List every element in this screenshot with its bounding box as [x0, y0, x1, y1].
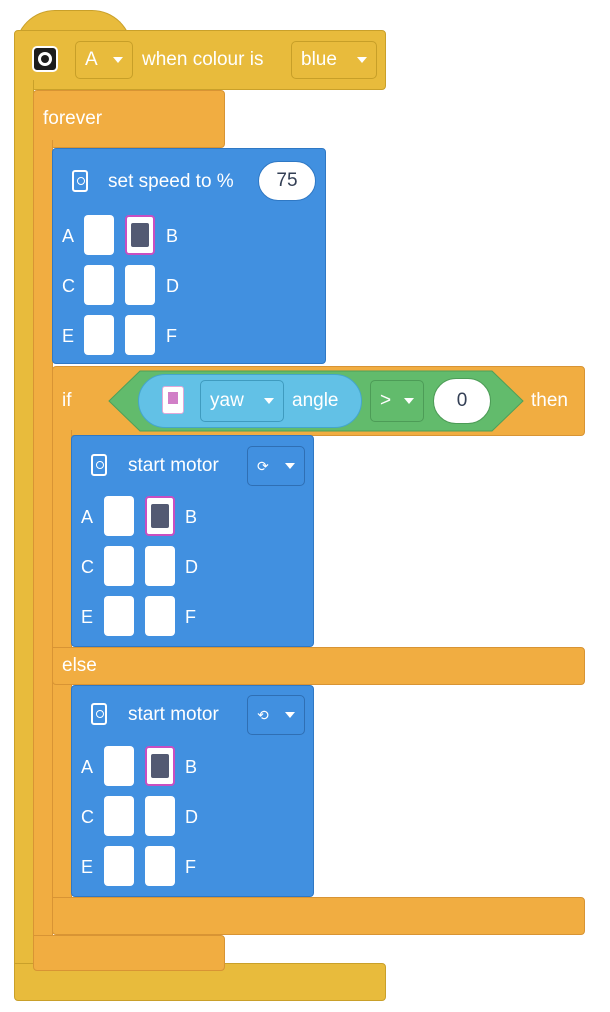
motor-icon — [91, 454, 107, 476]
port-label-c: C — [81, 557, 94, 577]
clockwise-icon: ⟳ — [257, 458, 269, 474]
axis-dropdown[interactable]: yaw — [200, 380, 284, 422]
port-label-a: A — [81, 757, 94, 777]
port-label-c: C — [81, 807, 94, 827]
port-label-e: E — [81, 607, 94, 627]
port-f-toggle[interactable] — [145, 596, 175, 636]
port-label-d: D — [166, 276, 179, 296]
counterclockwise-icon: ⟲ — [257, 707, 269, 723]
port-f-toggle[interactable] — [145, 846, 175, 886]
port-label-f: F — [185, 607, 196, 627]
start-motor-label: start motor — [128, 455, 219, 476]
speed-input[interactable]: 75 — [258, 161, 316, 201]
chevron-down-icon — [357, 57, 367, 63]
colour-dropdown[interactable]: blue — [291, 41, 377, 79]
port-dropdown-value: A — [85, 49, 98, 70]
motor-icon — [91, 703, 107, 725]
port-d-toggle[interactable] — [145, 546, 175, 586]
port-b-toggle[interactable] — [145, 746, 175, 786]
compare-value-input[interactable]: 0 — [433, 378, 491, 424]
port-c-toggle[interactable] — [104, 546, 134, 586]
port-label-c: C — [62, 276, 75, 296]
operator-dropdown-value: > — [380, 390, 392, 411]
direction-dropdown-1[interactable]: ⟳ — [247, 446, 305, 486]
colour-dropdown-value: blue — [301, 49, 337, 70]
port-c-toggle[interactable] — [104, 796, 134, 836]
port-a-toggle[interactable] — [84, 215, 114, 255]
port-label-e: E — [81, 857, 94, 877]
chevron-down-icon — [285, 712, 295, 718]
chevron-down-icon — [264, 398, 274, 404]
else-bar — [52, 647, 585, 685]
if-block-bottom — [52, 897, 585, 935]
port-label-b: B — [166, 226, 179, 246]
hat-block-side — [14, 80, 34, 980]
port-label-f: F — [185, 857, 196, 877]
port-c-toggle[interactable] — [84, 265, 114, 305]
port-a-toggle[interactable] — [104, 746, 134, 786]
port-label-d: D — [185, 557, 198, 577]
port-dropdown[interactable]: A — [75, 41, 133, 79]
angle-label: angle — [292, 390, 339, 411]
hat-label: when colour is — [142, 49, 264, 70]
compare-value: 0 — [456, 390, 468, 411]
forever-label: forever — [43, 108, 103, 129]
port-e-toggle[interactable] — [104, 846, 134, 886]
if-label: if — [62, 390, 72, 411]
chevron-down-icon — [404, 398, 414, 404]
chevron-down-icon — [285, 463, 295, 469]
port-d-toggle[interactable] — [145, 796, 175, 836]
direction-dropdown-2[interactable]: ⟲ — [247, 695, 305, 735]
port-label-e: E — [62, 326, 75, 346]
then-label: then — [531, 390, 568, 411]
axis-dropdown-value: yaw — [210, 390, 244, 411]
port-e-toggle[interactable] — [84, 315, 114, 355]
port-e-toggle[interactable] — [104, 596, 134, 636]
else-label: else — [62, 655, 97, 676]
start-motor-label: start motor — [128, 704, 219, 725]
colour-sensor-icon — [32, 46, 58, 72]
port-d-toggle[interactable] — [125, 265, 155, 305]
port-b-toggle[interactable] — [125, 215, 155, 255]
port-label-a: A — [62, 226, 75, 246]
motor-icon — [72, 170, 88, 192]
forever-block-side — [33, 140, 53, 940]
chevron-down-icon — [113, 57, 123, 63]
operator-dropdown[interactable]: > — [370, 380, 424, 422]
port-label-b: B — [185, 757, 198, 777]
port-b-toggle[interactable] — [145, 496, 175, 536]
hub-icon — [162, 386, 184, 414]
port-label-a: A — [81, 507, 94, 527]
port-f-toggle[interactable] — [125, 315, 155, 355]
forever-block-bottom — [33, 935, 225, 971]
port-label-d: D — [185, 807, 198, 827]
port-a-toggle[interactable] — [104, 496, 134, 536]
set-speed-label: set speed to % — [108, 171, 234, 192]
speed-value: 75 — [276, 170, 298, 191]
port-label-b: B — [185, 507, 198, 527]
port-label-f: F — [166, 326, 177, 346]
